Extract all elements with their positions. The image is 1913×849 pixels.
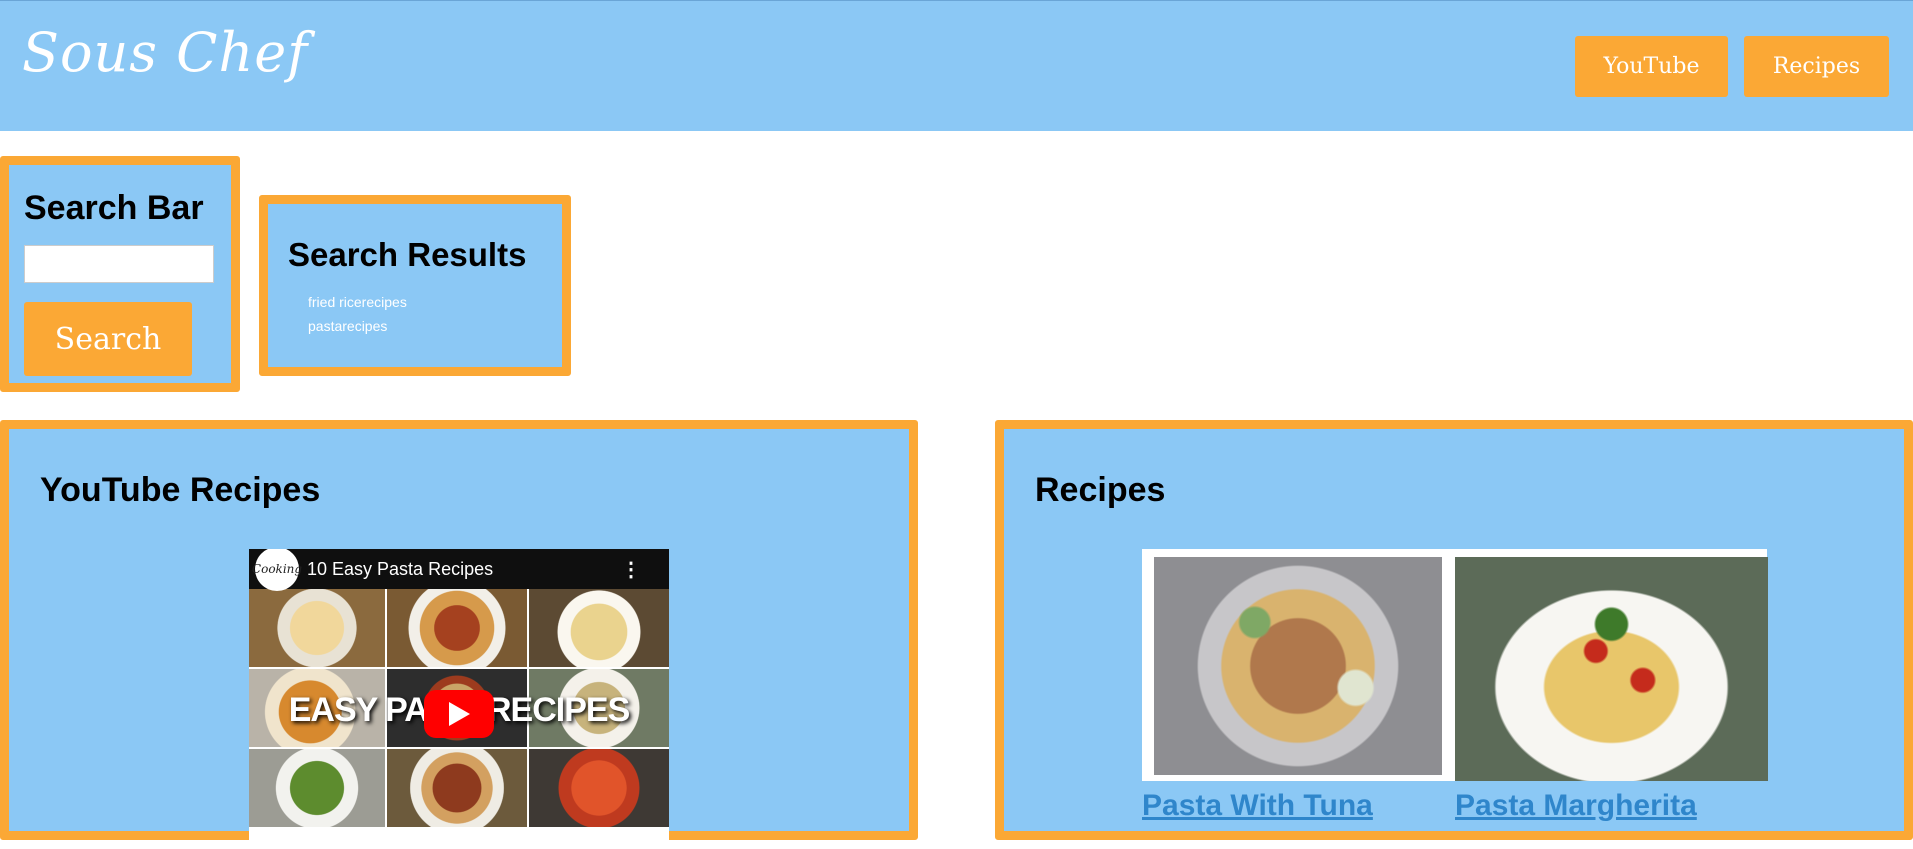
pasta-thumbnail	[387, 749, 527, 827]
pasta-thumbnail	[387, 589, 527, 667]
pasta-thumbnail	[529, 749, 669, 827]
search-bar-panel: Search Bar Search	[0, 156, 240, 392]
recipes-title: Recipes	[1035, 471, 1166, 509]
search-button[interactable]: Search	[24, 302, 192, 376]
pasta-thumbnail	[249, 589, 385, 667]
recipe-images	[1142, 549, 1768, 781]
recipe-link[interactable]: Pasta Margherita	[1455, 789, 1697, 823]
youtube-recipes-panel: YouTube Recipes Cooking 10 Easy Pasta Re…	[0, 420, 918, 849]
search-result-item[interactable]: pastarecipes	[308, 314, 407, 338]
search-bar-title: Search Bar	[24, 189, 204, 227]
nav-youtube-button[interactable]: YouTube	[1575, 36, 1728, 97]
recipe-image-pasta-margherita[interactable]	[1455, 557, 1768, 781]
pasta-thumbnail	[249, 749, 385, 827]
channel-avatar[interactable]: Cooking	[251, 549, 303, 591]
search-results-panel: Search Results fried ricerecipes pastare…	[259, 195, 571, 376]
channel-badge-text: Cooking	[251, 562, 303, 576]
recipes-panel: Recipes Pasta With Tuna Pasta Margherita	[995, 420, 1913, 840]
search-results-title: Search Results	[288, 236, 527, 273]
search-results-list: fried ricerecipes pastarecipes	[308, 290, 407, 338]
more-options-icon[interactable]: ⋮	[621, 557, 641, 582]
video-title[interactable]: 10 Easy Pasta Recipes	[307, 559, 621, 580]
play-icon[interactable]	[424, 690, 494, 738]
video-title-bar: Cooking 10 Easy Pasta Recipes ⋮	[249, 549, 669, 591]
brand-logo[interactable]: Sous Chef	[22, 21, 308, 84]
app-header: Sous Chef YouTube Recipes	[0, 0, 1913, 131]
recipe-image-pasta-with-tuna[interactable]	[1154, 557, 1442, 775]
youtube-video-embed[interactable]: Cooking 10 Easy Pasta Recipes ⋮ EASY PA …	[249, 549, 669, 849]
pasta-thumbnail	[529, 589, 669, 667]
youtube-recipes-title: YouTube Recipes	[40, 471, 321, 509]
recipe-link[interactable]: Pasta With Tuna	[1142, 789, 1373, 823]
search-result-item[interactable]: fried ricerecipes	[308, 290, 407, 314]
nav-recipes-button[interactable]: Recipes	[1744, 36, 1889, 97]
search-input[interactable]	[24, 245, 214, 283]
